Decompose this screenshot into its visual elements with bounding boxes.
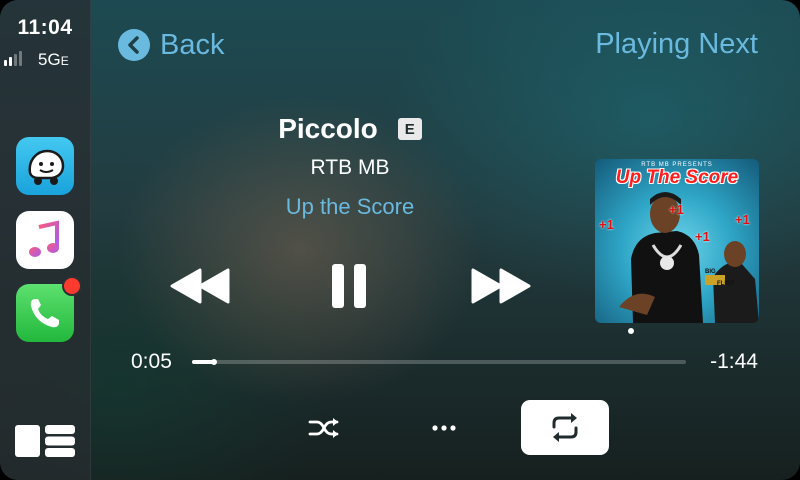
page-indicator-dot xyxy=(628,328,634,334)
repeat-icon xyxy=(552,413,578,442)
network-suffix: E xyxy=(60,54,69,68)
signal-strength-icon xyxy=(4,50,22,66)
artwork-badge-left: BIG xyxy=(705,269,716,275)
elapsed-time: 0:05 xyxy=(131,350,172,373)
track-album-link[interactable]: Up the Score xyxy=(180,194,520,220)
progress-knob[interactable] xyxy=(211,359,218,365)
artwork-badge-right: FLIRT xyxy=(717,281,734,287)
sidebar: 11:04 5GE xyxy=(0,0,91,480)
artwork-plus-mark: +1 xyxy=(695,229,710,244)
playing-next-button[interactable]: Playing Next xyxy=(595,28,758,61)
music-note-icon xyxy=(29,220,59,257)
notification-badge xyxy=(62,276,82,296)
track-title-row: Piccolo E xyxy=(180,113,520,145)
network-label: 5G xyxy=(38,50,61,69)
shuffle-icon[interactable] xyxy=(307,414,341,442)
back-label: Back xyxy=(160,28,225,61)
album-artwork[interactable]: RTB MB PRESENTS Up The Score +1 +1 +1 +1… xyxy=(595,159,759,323)
network-indicator: 5GE xyxy=(38,50,69,70)
remaining-time: -1:44 xyxy=(710,350,758,373)
track-artist: RTB MB xyxy=(310,156,390,179)
back-button[interactable]: Back xyxy=(118,26,224,64)
waze-icon xyxy=(28,149,65,185)
dashboard-icon[interactable] xyxy=(15,425,75,457)
artwork-plus-mark: +1 xyxy=(669,202,684,217)
track-title: Piccolo xyxy=(278,113,378,144)
fast-forward-icon[interactable] xyxy=(469,266,533,306)
explicit-badge: E xyxy=(397,118,422,140)
more-icon[interactable] xyxy=(428,418,460,438)
chevron-left-icon xyxy=(118,29,150,61)
sidebar-app-music[interactable] xyxy=(16,211,74,269)
progress-bar[interactable] xyxy=(192,359,686,365)
repeat-button[interactable] xyxy=(521,400,609,455)
status-time: 11:04 xyxy=(17,16,73,39)
artwork-figures xyxy=(619,192,759,323)
sidebar-app-phone[interactable] xyxy=(16,276,82,342)
rewind-icon[interactable] xyxy=(168,266,232,306)
pause-icon[interactable] xyxy=(326,262,372,310)
sidebar-app-waze[interactable] xyxy=(16,137,74,195)
artwork-plus-mark: +1 xyxy=(599,217,614,232)
artwork-plus-mark: +1 xyxy=(735,212,750,227)
now-playing-screen: 11:04 5GE Back Playing Next Piccolo E RT… xyxy=(0,0,800,480)
